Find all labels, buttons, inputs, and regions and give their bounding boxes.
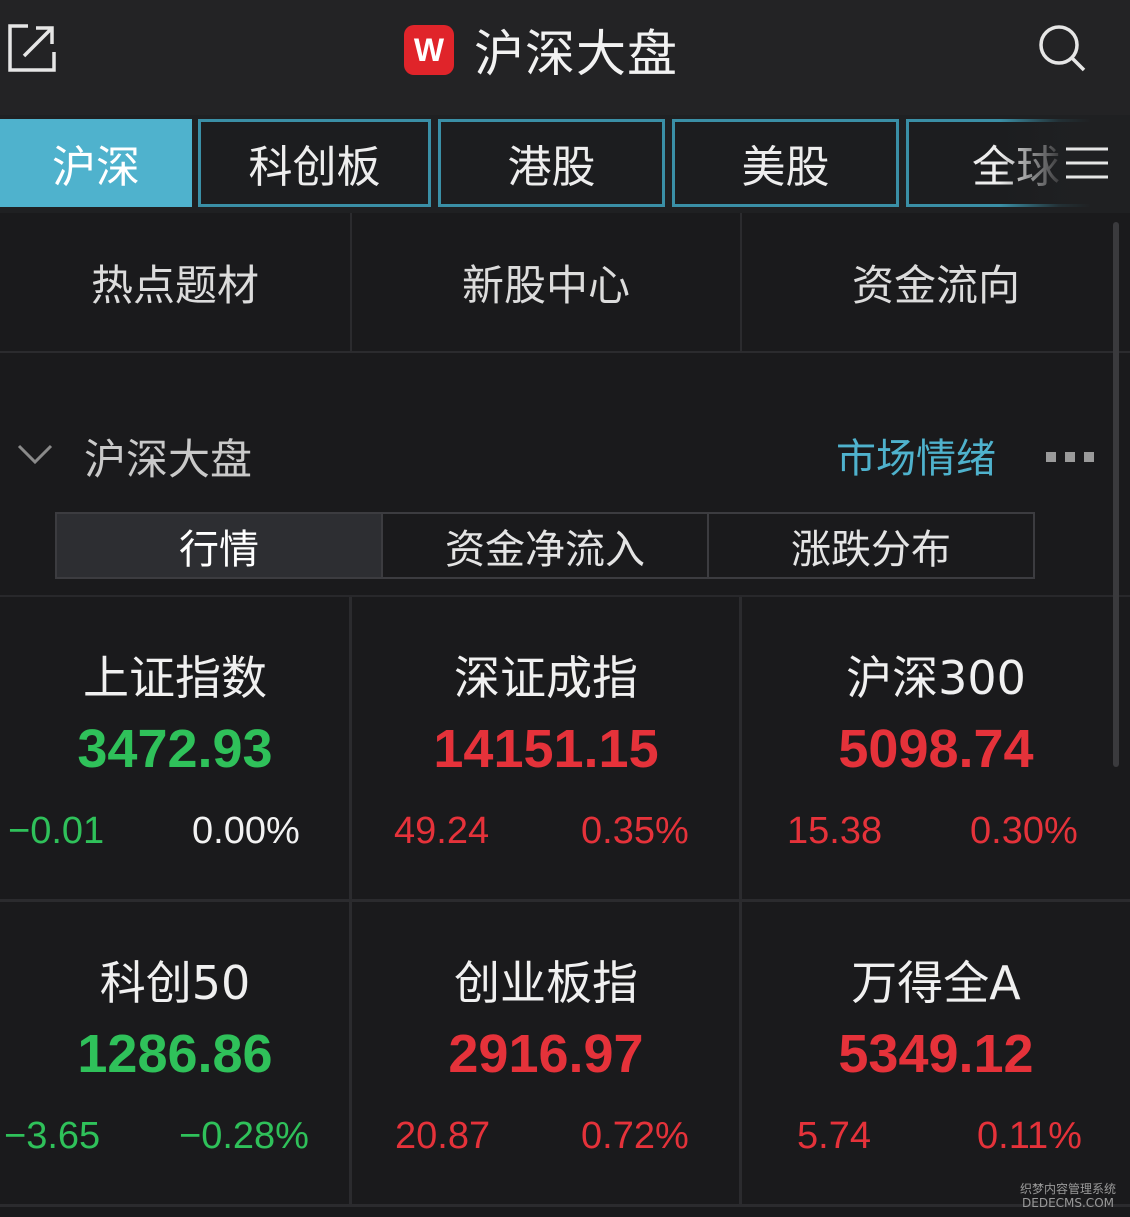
index-card-chinext[interactable]: 创业板指 2916.97 20.87 0.72% — [352, 905, 740, 1205]
tab-ganggu[interactable]: 港股 — [438, 119, 665, 207]
divider — [350, 213, 352, 351]
index-card-shenzhen[interactable]: 深证成指 14151.15 49.24 0.35% — [352, 600, 740, 900]
market-tabs: 沪深 科创板 港股 美股 全球 — [0, 115, 1130, 213]
index-percent: 0.35% — [581, 810, 689, 852]
app-logo: W — [404, 25, 454, 75]
watermark-line: DEDECMS.COM — [1022, 1196, 1114, 1210]
index-change: 15.38 — [787, 810, 883, 852]
index-change: 20.87 — [395, 1115, 491, 1157]
divider — [349, 597, 352, 1207]
index-change: 49.24 — [394, 810, 490, 852]
index-percent: 0.72% — [581, 1115, 689, 1157]
watermark: 织梦内容管理系统 DEDECMS.COM — [1020, 1182, 1116, 1210]
header-title-group: W 沪深大盘 — [404, 20, 678, 83]
segment-quotes[interactable]: 行情 — [57, 514, 381, 577]
index-card-csi300[interactable]: 沪深300 5098.74 15.38 0.30% — [742, 600, 1130, 900]
index-change: −3.65 — [4, 1115, 101, 1157]
shortcut-hot-topics[interactable]: 热点题材 — [0, 213, 350, 351]
chevron-down-icon[interactable] — [16, 442, 54, 466]
index-price: 5349.12 — [838, 1024, 1034, 1084]
menu-icon[interactable] — [1064, 145, 1110, 181]
watermark-line: 织梦内容管理系统 — [1020, 1182, 1117, 1196]
share-external-icon[interactable] — [6, 22, 58, 74]
index-change: −0.01 — [8, 810, 105, 852]
index-name: 科创50 — [99, 956, 251, 1010]
index-card-shanghai[interactable]: 上证指数 3472.93 −0.01 0.00% — [0, 600, 350, 900]
index-percent: 0.30% — [970, 810, 1078, 852]
shortcut-ipo-center[interactable]: 新股中心 — [352, 213, 740, 351]
index-card-star50[interactable]: 科创50 1286.86 −3.65 −0.28% — [0, 905, 350, 1205]
index-change: 5.74 — [797, 1115, 871, 1157]
section-title: 沪深大盘 — [84, 435, 253, 484]
more-icon[interactable] — [1044, 450, 1096, 464]
index-card-wind-a[interactable]: 万得全A 5349.12 5.74 0.11% — [742, 905, 1130, 1205]
index-name: 沪深300 — [846, 651, 1026, 705]
index-price: 3472.93 — [77, 719, 273, 779]
divider — [740, 213, 742, 351]
market-sentiment-link[interactable]: 市场情绪 — [836, 426, 996, 484]
index-price: 14151.15 — [433, 719, 659, 779]
index-percent: −0.28% — [179, 1115, 309, 1157]
index-name: 万得全A — [851, 956, 1021, 1010]
page-title: 沪深大盘 — [474, 25, 678, 83]
index-name: 上证指数 — [83, 651, 267, 705]
index-percent: 0.11% — [977, 1115, 1082, 1157]
shortcut-row: 热点题材 新股中心 资金流向 — [0, 213, 1130, 353]
index-percent: 0.00% — [192, 810, 300, 852]
divider — [0, 899, 1130, 902]
index-name: 创业板指 — [454, 956, 638, 1010]
tab-hushen[interactable]: 沪深 — [0, 119, 192, 207]
index-name: 深证成指 — [454, 651, 638, 705]
search-icon[interactable] — [1036, 22, 1088, 74]
section-header: 沪深大盘 市场情绪 — [0, 420, 1130, 496]
index-price: 5098.74 — [838, 719, 1034, 779]
view-segmented-control: 行情 资金净流入 涨跌分布 — [55, 512, 1035, 579]
divider — [0, 1204, 1130, 1207]
segment-distribution[interactable]: 涨跌分布 — [707, 514, 1033, 577]
divider — [0, 595, 1130, 597]
tab-kechuangban[interactable]: 科创板 — [198, 119, 431, 207]
scrollbar[interactable] — [1113, 222, 1119, 767]
top-bar: W 沪深大盘 — [0, 0, 1130, 115]
index-price: 2916.97 — [448, 1024, 644, 1084]
tab-meigu[interactable]: 美股 — [672, 119, 899, 207]
divider — [739, 597, 742, 1207]
index-price: 1286.86 — [77, 1024, 273, 1084]
segment-net-inflow[interactable]: 资金净流入 — [381, 514, 707, 577]
shortcut-fund-flow[interactable]: 资金流向 — [742, 213, 1130, 351]
